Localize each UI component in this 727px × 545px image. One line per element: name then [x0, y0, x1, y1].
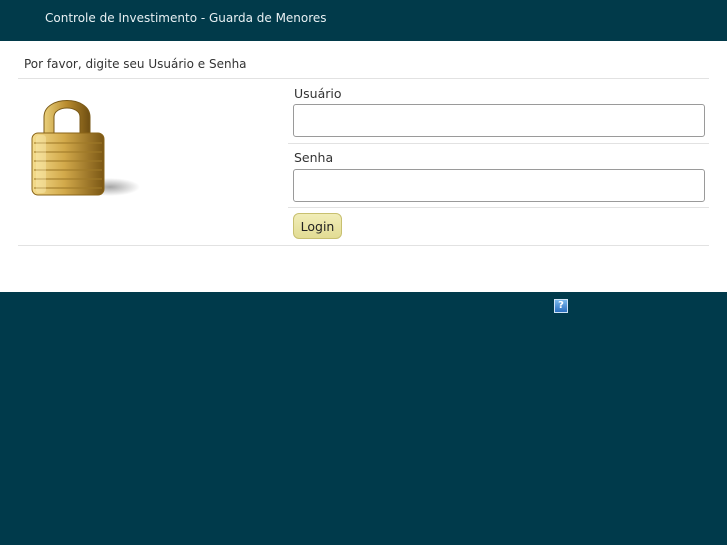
- divider: [18, 245, 709, 246]
- username-input[interactable]: [293, 104, 705, 137]
- divider: [18, 78, 709, 79]
- divider: [288, 143, 709, 144]
- login-button[interactable]: Login: [293, 213, 342, 239]
- padlock-icon: [31, 100, 140, 196]
- login-panel: Por favor, digite seu Usuário e Senha Us…: [0, 41, 727, 292]
- username-label: Usuário: [294, 86, 342, 101]
- password-input[interactable]: [293, 169, 705, 202]
- help-icon[interactable]: ?: [554, 299, 568, 313]
- password-label: Senha: [294, 150, 334, 165]
- divider: [288, 207, 709, 208]
- login-prompt: Por favor, digite seu Usuário e Senha: [24, 57, 247, 71]
- app-title: Controle de Investimento - Guarda de Men…: [45, 11, 327, 25]
- app-header: Controle de Investimento - Guarda de Men…: [0, 0, 727, 41]
